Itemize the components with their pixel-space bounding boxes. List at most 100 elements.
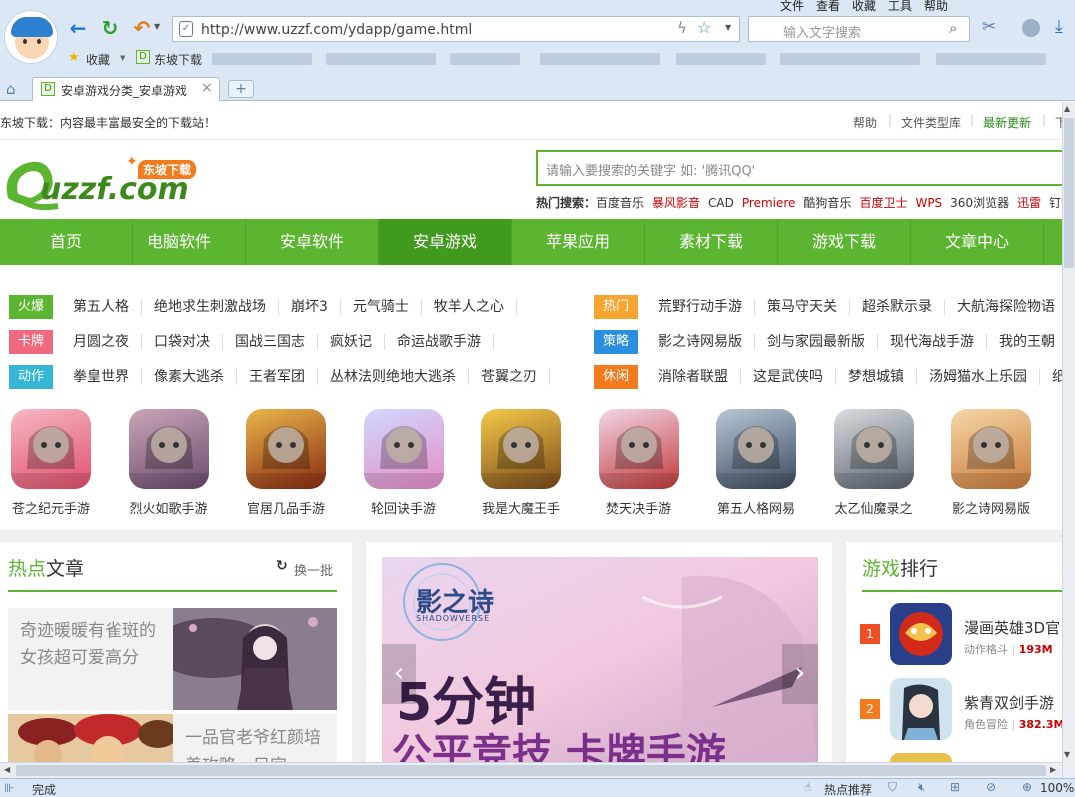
site-search-box[interactable]: 请输入要搜索的关键字 如: '腾讯QQ' [536, 150, 1062, 186]
menu-view[interactable]: 查看 [816, 0, 840, 14]
nav-android-games[interactable]: 安卓游戏 [379, 219, 512, 265]
tag-link[interactable]: 口袋对决 [142, 334, 223, 350]
game-icon[interactable] [11, 409, 91, 489]
more-icon[interactable] [1022, 19, 1040, 37]
tag-link[interactable]: 丛林法则绝地大逃杀 [318, 369, 469, 385]
tag-link[interactable]: 牧羊人之心 [422, 299, 517, 315]
nav-apple-apps[interactable]: 苹果应用 [512, 219, 645, 265]
tag-link[interactable]: 现代海战手游 [878, 334, 987, 350]
tag-hot[interactable]: 火爆 [9, 295, 53, 319]
dropdown-icon[interactable]: ▼ [725, 23, 731, 32]
tag-action[interactable]: 动作 [9, 365, 53, 389]
tag-strategy[interactable]: 策略 [594, 330, 638, 354]
tag-link[interactable]: 月圆之夜 [61, 334, 142, 350]
scroll-up-icon[interactable]: ▲ [1064, 104, 1070, 113]
hot-link[interactable]: 迅雷 [1017, 196, 1041, 210]
status-hot-link[interactable]: 热点推荐 [824, 781, 872, 797]
tag-link[interactable]: 剑与家园最新版 [755, 334, 878, 350]
game-icon[interactable] [246, 409, 326, 489]
horizontal-scrollbar[interactable]: ◀ ▶ [0, 762, 1062, 778]
link-more[interactable]: 下 [1055, 114, 1062, 131]
tag-link[interactable]: 拳皇世界 [61, 369, 142, 385]
game-icon[interactable] [363, 409, 444, 489]
link-latest[interactable]: 最新更新 [983, 114, 1031, 131]
article-thumbnail[interactable] [173, 608, 337, 710]
hot-link[interactable]: WPS [915, 196, 942, 210]
game-name[interactable]: 第五人格网易 [696, 498, 816, 517]
tag-link[interactable]: 国战三国志 [223, 334, 318, 350]
scroll-left-icon[interactable]: ◀ [4, 765, 10, 774]
nav-materials[interactable]: 素材下载 [645, 219, 778, 265]
game-name[interactable]: 焚天决手游 [579, 498, 699, 517]
tag-link[interactable]: 第五人格 [61, 299, 142, 315]
hot-link[interactable]: CAD [708, 196, 734, 210]
back-icon[interactable]: ← [66, 16, 90, 40]
game-name[interactable]: 影之诗网易版 [931, 498, 1051, 517]
menu-tools[interactable]: 工具 [888, 0, 912, 14]
user-avatar[interactable] [4, 10, 58, 64]
hot-link[interactable]: 暴风影音 [652, 196, 700, 210]
vertical-scrollbar[interactable]: ▲ ▼ [1062, 102, 1075, 778]
tag-link[interactable]: 崩坏3 [279, 299, 341, 315]
close-tab-icon[interactable]: × [201, 80, 213, 96]
undo-icon[interactable]: ↶ [130, 16, 154, 40]
nav-game-downloads[interactable]: 游戏下载 [778, 219, 911, 265]
browser-search-input[interactable]: 输入文字搜索 [783, 22, 861, 41]
tag-link[interactable]: 策马守天关 [755, 299, 850, 315]
menu-help[interactable]: 帮助 [924, 0, 948, 14]
tag-link[interactable]: 纸 [1040, 369, 1062, 385]
menu-favorites[interactable]: 收藏 [852, 0, 876, 14]
game-name[interactable]: 烈火如歌手游 [109, 498, 229, 517]
lightning-icon[interactable]: ϟ [677, 19, 687, 37]
refresh-batch-link[interactable]: 换一批 [294, 560, 333, 579]
game-icon[interactable] [481, 409, 561, 489]
browser-tab[interactable]: D 安卓游戏分类_安卓游戏 × [32, 77, 220, 101]
link-filetypes[interactable]: 文件类型库 [901, 114, 961, 131]
tag-casual[interactable]: 休闲 [594, 365, 638, 389]
tag-link[interactable]: 苍翼之刃 [469, 369, 550, 385]
article-thumbnail[interactable] [8, 714, 173, 762]
sidebar-toggle-icon[interactable]: ⊪ [4, 781, 14, 795]
tag-link[interactable]: 绝地求生刺激战场 [142, 299, 279, 315]
chevron-down-icon[interactable]: ▼ [154, 22, 160, 31]
hot-link[interactable]: 360浏览器 [950, 196, 1009, 210]
nav-articles[interactable]: 文章中心 [911, 219, 1044, 265]
search-icon[interactable]: ⌕ [949, 19, 957, 37]
tag-link[interactable]: 这是武侠吗 [741, 369, 836, 385]
tag-popular[interactable]: 热门 [594, 295, 638, 319]
tag-link[interactable]: 疯妖记 [318, 334, 385, 350]
ranking-game-icon[interactable] [890, 603, 952, 665]
ranking-game-name[interactable]: 漫画英雄3D官 [964, 617, 1060, 638]
chevron-down-icon[interactable]: ▼ [120, 54, 125, 62]
hot-link[interactable]: Premiere [742, 196, 796, 210]
hot-link[interactable]: 百度音乐 [596, 196, 644, 210]
shield-status-icon[interactable]: ⛉ [888, 780, 897, 795]
banner-prev-button[interactable]: ‹ [382, 644, 416, 704]
tag-link[interactable]: 元气骑士 [341, 299, 422, 315]
nav-android-software[interactable]: 安卓软件 [246, 219, 379, 265]
adblock-icon[interactable]: ⊘ [986, 780, 996, 794]
zoom-icon[interactable]: ⊕ [1022, 780, 1032, 794]
tag-link[interactable]: 汤姆猫水上乐园 [917, 369, 1040, 385]
game-name[interactable]: 太乙仙魔录之 [814, 498, 934, 517]
tag-link[interactable]: 王者军团 [237, 369, 318, 385]
tag-card[interactable]: 卡牌 [9, 330, 53, 354]
tag-link[interactable]: 消除者联盟 [646, 369, 741, 385]
link-help[interactable]: 帮助 [853, 114, 877, 131]
hot-link[interactable]: 酷狗音乐 [803, 196, 851, 210]
banner-next-button[interactable]: › [782, 644, 818, 704]
scrollbar-thumb[interactable] [1064, 118, 1074, 268]
game-icon[interactable] [833, 409, 914, 489]
ranking-game-icon[interactable] [890, 753, 952, 762]
game-icon[interactable] [598, 409, 679, 489]
game-icon[interactable] [128, 409, 209, 489]
game-name[interactable]: 我是大魔王手 [461, 498, 581, 517]
article-title[interactable]: 一品官老爷红颜培养攻略，只宜 [173, 714, 337, 762]
hot-link[interactable]: 钉钉 [1049, 196, 1062, 210]
article-title[interactable]: 奇迹暖暖有雀斑的女孩超可爱高分 [8, 608, 173, 682]
bookmark-favorites[interactable]: 收藏 [86, 51, 110, 68]
zoom-level[interactable]: 100% [1040, 781, 1074, 795]
url-text[interactable]: http://www.uzzf.com/ydapp/game.html [201, 22, 472, 38]
game-icon[interactable] [951, 409, 1031, 489]
tag-link[interactable]: 大航海探险物语 [945, 299, 1062, 315]
